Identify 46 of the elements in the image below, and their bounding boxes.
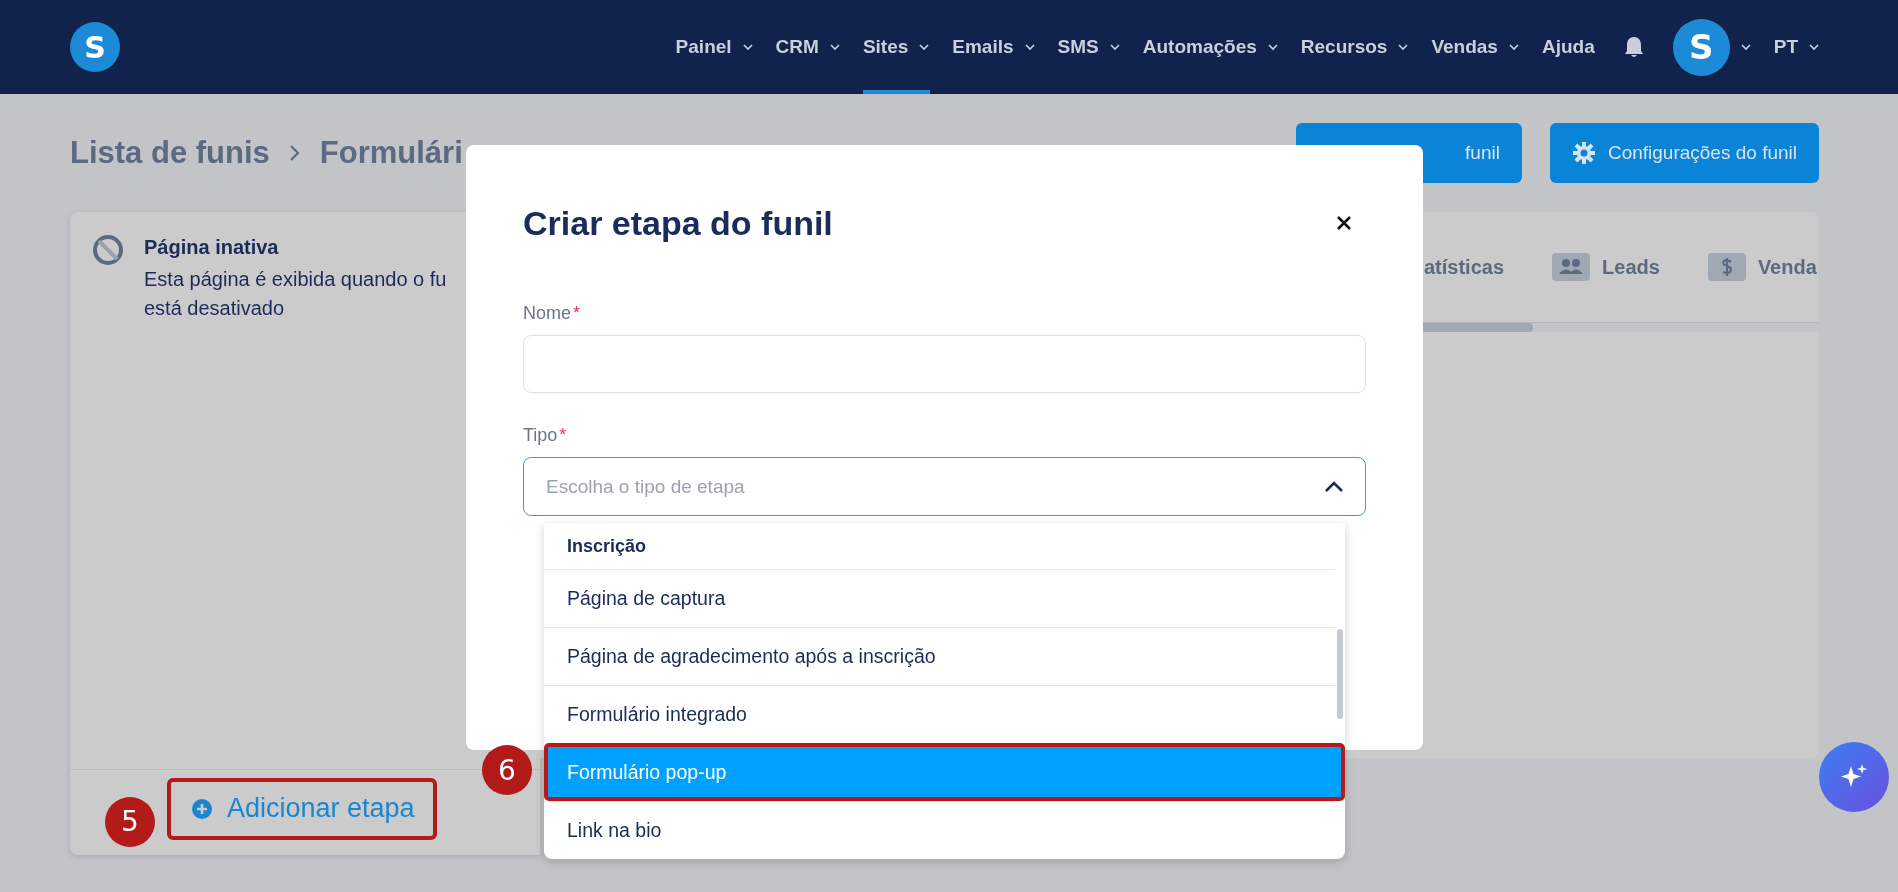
chevron-down-icon [918,42,931,52]
field-label: Tipo [523,425,558,445]
name-input[interactable] [523,335,1366,393]
ban-icon [92,234,124,266]
language-menu[interactable]: PT [1773,0,1820,94]
required-mark: * [559,425,567,445]
required-mark: * [573,303,581,323]
scrollbar-thumb[interactable] [1337,629,1343,719]
chevron-right-icon [287,144,302,162]
chevron-down-icon [1266,42,1279,52]
chevron-down-icon [1739,42,1752,52]
chevron-down-icon [828,42,841,52]
chevron-down-icon [741,42,754,52]
nav-menu-item[interactable]: Automações [1142,0,1279,94]
dropdown-option[interactable]: Link na bio [544,801,1335,859]
nav-menu-item[interactable]: Emails [952,0,1036,94]
chevron-down-icon [1808,42,1820,52]
type-select[interactable]: Escolha o tipo de etapa [523,457,1366,516]
nav-menu-item[interactable]: SMS [1057,0,1121,94]
page-title: Página inativa [144,236,280,259]
step-badge: 5 [105,796,155,847]
nav-menu-item[interactable]: Vendas [1431,0,1520,94]
nav-menu-item[interactable]: Ajuda [1541,0,1595,94]
logo[interactable]: S [70,22,120,72]
page-description: Esta página é exibida quando o fu está desativado [144,267,447,321]
field-label: Nome [523,303,571,323]
dropdown-option[interactable]: Página de agradecimento após a inscrição [544,627,1335,685]
people-icon [1552,253,1591,281]
nav-menu-item[interactable]: Sites [862,0,931,94]
nav-menu-item[interactable]: Recursos [1300,0,1410,94]
dollar-icon [1707,253,1746,281]
chevron-up-icon [1324,481,1344,493]
nav-menu-item[interactable]: Painel [675,0,754,94]
chevron-down-icon [1108,42,1121,52]
nav-menu-item[interactable]: CRM [775,0,841,94]
modal-title: Criar etapa do funil [523,203,833,243]
group-heading: Inscrição [566,534,648,558]
bell-icon [1622,35,1645,59]
plus-circle-icon [191,797,213,820]
chevron-down-icon [1023,42,1036,52]
close-icon [1336,215,1352,231]
avatar[interactable]: S [1672,18,1730,76]
chevron-down-icon [1507,42,1520,52]
dropdown-option[interactable]: Página de captura [544,569,1335,627]
chevron-down-icon [1397,42,1410,52]
gear-icon [1571,141,1596,165]
